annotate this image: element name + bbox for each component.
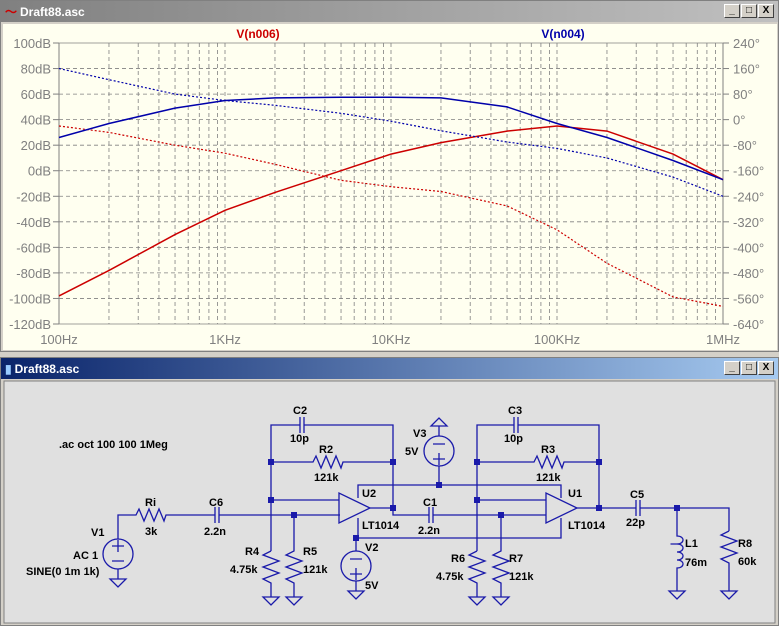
label-U1: U1 — [568, 488, 582, 500]
label-R4-val: 4.75k — [230, 564, 258, 576]
label-R5: R5 — [303, 546, 317, 558]
y-tick-label-right: -320° — [733, 215, 764, 230]
label-R2: R2 — [319, 444, 333, 456]
waveform-window: 〜 Draft88.asc _ □ X 100dB 240° 80dB 160° 60d… — [0, 0, 779, 352]
label-R6-val: 4.75k — [436, 571, 464, 583]
label-C5: C5 — [630, 489, 644, 501]
label-U2: U2 — [362, 488, 376, 500]
label-R7: R7 — [509, 553, 523, 565]
waveform-icon: 〜 — [5, 5, 18, 19]
y-tick-label-right: -160° — [733, 164, 764, 179]
label-Ri-val: 3k — [145, 526, 158, 538]
y-tick-label-left: 100dB — [13, 36, 51, 51]
label-L1: L1 — [685, 538, 698, 550]
y-tick-label-left: -60dB — [16, 240, 51, 255]
label-U2-val: LT1014 — [362, 520, 400, 532]
y-tick-label-right: -240° — [733, 189, 764, 204]
label-V1-ac: AC 1 — [73, 550, 98, 562]
label-C3: C3 — [508, 405, 522, 417]
label-R8: R8 — [738, 538, 752, 550]
label-R4: R4 — [245, 546, 260, 558]
y-tick-label-left: 0dB — [28, 164, 51, 179]
label-R5-val: 121k — [303, 564, 328, 576]
y-tick-label-left: 80dB — [21, 62, 51, 77]
label-R3-val: 121k — [536, 472, 561, 484]
y-tick-label-right: 80° — [733, 87, 753, 102]
label-R8-val: 60k — [738, 556, 757, 568]
label-C6: C6 — [209, 497, 223, 509]
label-L1-val: 76m — [685, 557, 707, 569]
x-tick-label: 1MHz — [706, 332, 740, 347]
x-tick-label: 100KHz — [534, 332, 580, 347]
legend-V(n006): V(n006) — [236, 27, 279, 41]
y-tick-label-left: 20dB — [21, 138, 51, 153]
label-V3-val: 5V — [405, 446, 419, 458]
y-tick-label-left: -100dB — [9, 291, 51, 306]
legend-V(n004): V(n004) — [541, 27, 584, 41]
minimize-button[interactable]: _ — [724, 4, 740, 18]
bode-plot[interactable]: 100dB 240° 80dB 160° 60dB 80° 40dB 0° 20dB -80° 0d… — [3, 24, 777, 350]
label-C3-val: 10p — [504, 433, 523, 445]
waveform-title: Draft88.asc — [20, 4, 85, 19]
label-C1-val: 2.2n — [418, 525, 440, 537]
close-button[interactable]: X — [758, 4, 774, 18]
y-tick-label-left: -120dB — [9, 317, 51, 332]
y-tick-label-right: -560° — [733, 291, 764, 306]
schematic-window: ▮ Draft88.asc _ □ X .ac oct 100 100 1Meg… — [0, 357, 779, 626]
x-tick-label: 100Hz — [40, 332, 78, 347]
label-V1: V1 — [91, 527, 104, 539]
y-tick-label-left: -80dB — [16, 266, 51, 281]
label-Ri: Ri — [145, 497, 156, 509]
y-tick-label-left: 60dB — [21, 87, 51, 102]
label-C5-val: 22p — [626, 517, 645, 529]
label-R3: R3 — [541, 444, 555, 456]
y-tick-label-right: -80° — [733, 138, 757, 153]
label-R7-val: 121k — [509, 571, 534, 583]
label-C2: C2 — [293, 405, 307, 417]
waveform-title-bar[interactable]: 〜 Draft88.asc _ □ X — [1, 1, 778, 22]
label-V1-sine: SINE(0 1m 1k) — [26, 566, 100, 578]
label-C6-val: 2.2n — [204, 526, 226, 538]
label-R6: R6 — [451, 553, 465, 565]
label-R2-val: 121k — [314, 472, 339, 484]
y-tick-label-right: 160° — [733, 62, 760, 77]
y-tick-label-right: -480° — [733, 266, 764, 281]
label-U1-val: LT1014 — [568, 520, 606, 532]
ac-directive[interactable]: .ac oct 100 100 1Meg — [59, 439, 168, 451]
x-tick-label: 10KHz — [371, 332, 410, 347]
y-tick-label-left: -40dB — [16, 215, 51, 230]
x-tick-label: 1KHz — [209, 332, 241, 347]
y-tick-label-left: 40dB — [21, 113, 51, 128]
y-tick-label-left: -20dB — [16, 189, 51, 204]
label-V2: V2 — [365, 542, 378, 554]
y-tick-label-right: -640° — [733, 317, 764, 332]
maximize-button[interactable]: □ — [741, 4, 757, 18]
y-tick-label-right: -400° — [733, 240, 764, 255]
y-tick-label-right: 240° — [733, 36, 760, 51]
schematic-canvas[interactable]: .ac oct 100 100 1Meg V1 AC 1 SINE(0 1m 1… — [1, 358, 778, 625]
label-V3: V3 — [413, 428, 426, 440]
label-C2-val: 10p — [290, 433, 309, 445]
label-V2-val: 5V — [365, 580, 379, 592]
label-C1: C1 — [423, 497, 437, 509]
y-tick-label-right: 0° — [733, 113, 745, 128]
